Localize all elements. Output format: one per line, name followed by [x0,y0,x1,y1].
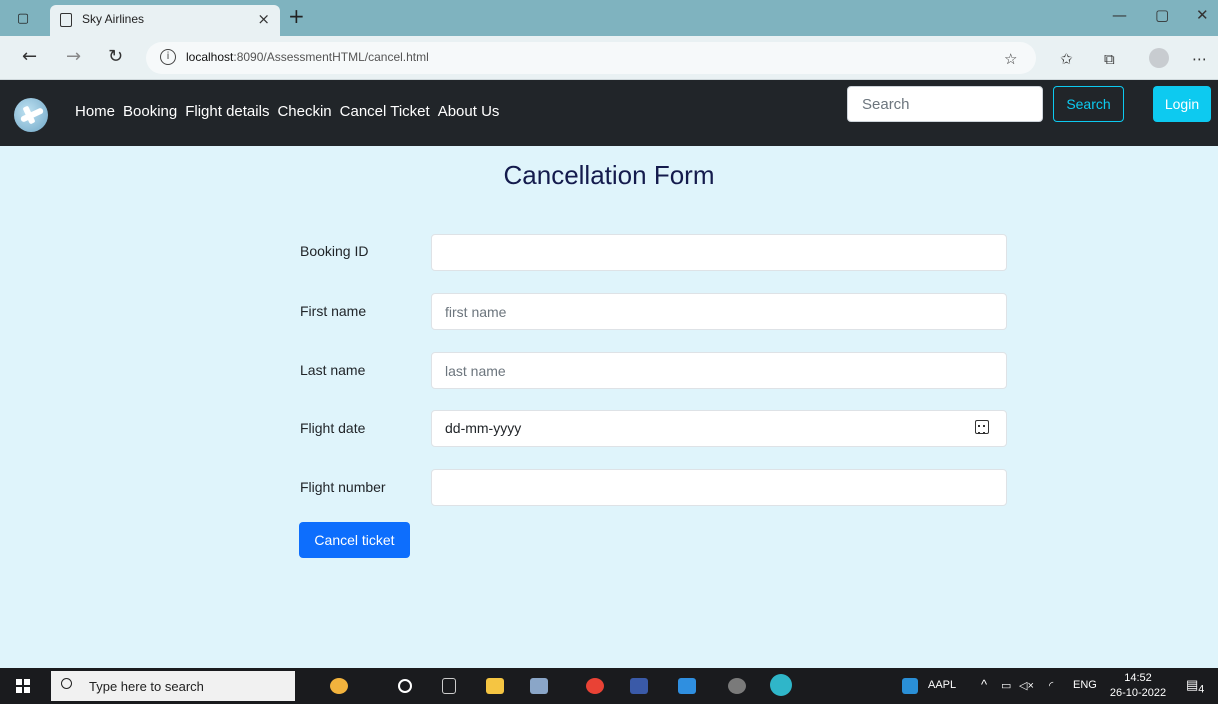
clock[interactable]: 14:52 26-10-2022 [1106,671,1170,701]
more-menu-icon[interactable]: ⋯ [1192,50,1207,68]
browser-tab[interactable]: Sky Airlines × [50,5,280,36]
nav-link-cancel-ticket[interactable]: Cancel Ticket [340,103,430,120]
language-indicator[interactable]: ENG [1073,679,1097,691]
windows-start-icon[interactable] [16,679,30,693]
nav-links: Home Booking Flight details Checkin Canc… [75,103,499,120]
app-icon[interactable] [530,678,548,694]
search-highlight-icon[interactable] [330,678,348,694]
flight-number-input[interactable] [431,469,1007,506]
tab-actions-icon[interactable]: ▢ [12,8,34,28]
url-host: localhost [186,50,234,64]
url-path: :8090/AssessmentHTML/cancel.html [233,50,429,64]
flight-date-label: Flight date [300,420,366,436]
site-info-icon[interactable]: i [160,49,176,65]
search-button[interactable]: Search [1053,86,1124,122]
nav-link-flight-details[interactable]: Flight details [185,103,269,120]
show-hidden-icons-icon[interactable]: ^ [981,677,987,692]
back-icon[interactable]: ← [22,46,37,67]
clock-date: 26-10-2022 [1109,687,1167,699]
first-name-input[interactable] [431,293,1007,330]
airplane-logo-icon[interactable] [14,98,48,132]
nav-search-input[interactable] [847,86,1043,122]
tab-title: Sky Airlines [82,12,145,26]
settings-icon[interactable] [728,678,746,694]
profile-avatar[interactable] [1149,48,1169,68]
address-bar-row: ← → ↻ i localhost:8090/AssessmentHTML/ca… [0,36,1218,80]
vscode-icon[interactable] [678,678,696,694]
favorites-icon[interactable]: ✩ [1060,50,1073,68]
url-text: localhost:8090/AssessmentHTML/cancel.htm… [186,50,429,64]
add-favorite-icon[interactable]: ☆ [1004,50,1017,68]
browser-tab-strip: ▢ Sky Airlines × + — ▢ ✕ [0,0,1218,36]
booking-id-label: Booking ID [300,243,369,259]
nav-link-booking[interactable]: Booking [123,103,177,120]
search-icon [61,678,72,689]
booking-id-input[interactable] [431,234,1007,271]
chrome-icon[interactable] [586,678,604,694]
file-explorer-icon[interactable] [486,678,504,694]
notification-icon[interactable]: ▤4 [1186,677,1204,696]
flight-number-label: Flight number [300,479,386,495]
notification-count: 4 [1198,683,1205,696]
cortana-icon[interactable] [398,679,412,693]
edge-icon[interactable] [770,674,792,696]
nav-link-about-us[interactable]: About Us [438,103,500,120]
flight-date-input[interactable]: dd-mm-yyyy [431,410,1007,447]
clock-time: 14:52 [1124,672,1152,684]
page-icon [60,13,72,27]
login-button[interactable]: Login [1153,86,1211,122]
stock-ticker[interactable]: AAPL [928,679,956,691]
url-field[interactable]: i localhost:8090/AssessmentHTML/cancel.h… [146,42,1036,74]
collections-icon[interactable]: ⧉ [1104,50,1115,68]
forward-icon[interactable]: → [66,46,81,67]
taskbar-search-text: Type here to search [89,679,204,694]
stock-icon [902,678,918,694]
battery-icon[interactable]: ▭ [1001,679,1011,692]
maximize-button[interactable]: ▢ [1155,6,1169,24]
wifi-icon[interactable]: ◜ [1049,679,1053,692]
volume-icon[interactable]: ◁× [1019,679,1034,692]
minimize-button[interactable]: — [1112,6,1127,24]
taskbar-search[interactable]: Type here to search [51,671,295,701]
calendar-icon[interactable] [975,420,989,434]
cancel-ticket-button[interactable]: Cancel ticket [299,522,410,558]
task-view-icon[interactable] [442,678,456,694]
taskbar: Type here to search AAPL ^ ▭ ◁× ◜ ENG 14… [0,668,1218,704]
first-name-label: First name [300,303,367,319]
nav-link-checkin[interactable]: Checkin [277,103,331,120]
refresh-icon[interactable]: ↻ [108,46,123,67]
mysql-icon[interactable] [630,678,648,694]
nav-link-home[interactable]: Home [75,103,115,120]
tab-close-icon[interactable]: × [257,10,270,28]
page-title: Cancellation Form [503,160,715,190]
last-name-input[interactable] [431,352,1007,389]
close-window-button[interactable]: ✕ [1196,6,1209,24]
last-name-label: Last name [300,362,366,378]
new-tab-button[interactable]: + [288,4,305,28]
